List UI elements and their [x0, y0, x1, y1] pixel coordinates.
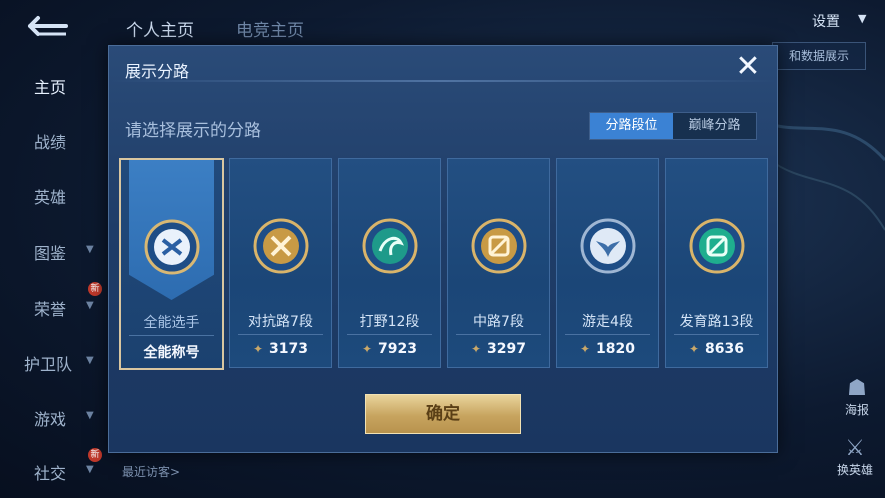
switch-hero-label: 换英雄 [836, 463, 873, 477]
clash-lane-emblem-icon [253, 218, 309, 274]
lane-card-name: 全能选手 [143, 315, 200, 331]
chevron-down-icon: ▼ [86, 355, 94, 366]
lane-card-name: 打野12段 [359, 314, 420, 330]
lane-card-name: 游走4段 [582, 314, 633, 330]
lane-card-name: 发育路13段 [679, 314, 754, 330]
card-divider [347, 334, 432, 335]
lane-card-score: ✦ 8636 [666, 341, 767, 357]
lane-display-dialog: 展示分路 ✕ 请选择展示的分路 分路段位 巅峰分路 全能选手 全能称号 对抗路7… [108, 45, 778, 453]
nav-item-game[interactable]: 游戏 [34, 406, 66, 430]
nav-item-codex[interactable]: 图鉴 [34, 240, 66, 264]
lane-card-name: 中路7段 [473, 314, 524, 330]
data-display-button[interactable]: 和数据展示 [772, 42, 866, 70]
background-decoration [760, 118, 885, 231]
tab-profile[interactable]: 个人主页 [126, 16, 194, 41]
score-icon: ✦ [579, 342, 591, 356]
lane-card-score: ✦ 1820 [557, 341, 658, 357]
card-divider [238, 334, 323, 335]
chevron-down-icon: ▼ [86, 300, 94, 311]
nav-item-record[interactable]: 战绩 [34, 129, 66, 153]
title-divider [109, 80, 777, 82]
toggle-peak-lane[interactable]: 巅峰分路 [673, 113, 756, 139]
score-icon: ✦ [361, 342, 373, 356]
lane-card-farm[interactable]: 发育路13段 ✦ 8636 [665, 158, 768, 368]
confirm-button[interactable]: 确定 [365, 394, 521, 434]
lane-card-all-round[interactable]: 全能选手 全能称号 [119, 158, 224, 370]
card-divider [129, 335, 214, 336]
lane-card-jungle[interactable]: 打野12段 ✦ 7923 [338, 158, 441, 368]
poster-icon: ☗ [847, 376, 867, 401]
lane-card-score: ✦ 3173 [230, 341, 331, 357]
dialog-subtitle: 请选择展示的分路 [125, 121, 261, 141]
poster-label: 海报 [844, 403, 869, 417]
new-badge: 新 [88, 282, 102, 296]
score-value: 3173 [269, 341, 309, 357]
left-nav: 主页 战绩 英雄 图鉴 ▼ 荣誉 ▼ 新 护卫队 ▼ 游戏 ▼ 社交 ▼ 新 [0, 0, 108, 498]
dialog-title: 展示分路 [125, 62, 190, 81]
lane-card-clash[interactable]: 对抗路7段 ✦ 3173 [229, 158, 332, 368]
score-icon: ✦ [688, 342, 700, 356]
hero-switch-icon: ⚔ [845, 436, 865, 461]
chevron-down-icon: ▼ [86, 244, 94, 255]
lane-card-score: ✦ 3297 [448, 341, 549, 357]
score-icon: ✦ [470, 342, 482, 356]
lane-card-value: 全能称号 [143, 345, 200, 361]
nav-item-hero[interactable]: 英雄 [34, 184, 66, 208]
card-divider [674, 334, 759, 335]
card-divider [565, 334, 650, 335]
new-badge: 新 [88, 448, 102, 462]
score-value: 8636 [705, 341, 745, 357]
nav-item-honor[interactable]: 荣誉 [34, 296, 66, 320]
lane-mode-toggle: 分路段位 巅峰分路 [589, 112, 757, 140]
settings-label: 设置 [812, 14, 840, 30]
switch-hero-tool[interactable]: ⚔ 换英雄 [830, 436, 880, 478]
score-value: 3297 [487, 341, 527, 357]
lane-card-mid[interactable]: 中路7段 ✦ 3297 [447, 158, 550, 368]
card-divider [456, 334, 541, 335]
chevron-down-icon: ▼ [86, 410, 94, 421]
score-value: 1820 [596, 341, 636, 357]
chevron-down-icon: ▼ [858, 12, 867, 25]
mid-lane-emblem-icon [471, 218, 527, 274]
poster-tool[interactable]: ☗ 海报 [832, 376, 882, 418]
lane-card-name: 对抗路7段 [248, 314, 313, 330]
all-round-emblem-icon [144, 219, 200, 275]
toggle-lane-rank[interactable]: 分路段位 [590, 113, 673, 139]
lane-card-score: ✦ 7923 [339, 341, 440, 357]
roam-emblem-icon [580, 218, 636, 274]
jungle-emblem-icon [362, 218, 418, 274]
chevron-down-icon: ▼ [86, 464, 94, 475]
back-arrow-icon[interactable] [22, 12, 72, 40]
nav-item-guard-team[interactable]: 护卫队 [24, 351, 72, 375]
score-icon: ✦ [252, 342, 264, 356]
score-value: 7923 [378, 341, 418, 357]
farm-lane-emblem-icon [689, 218, 745, 274]
settings-button[interactable]: 设置 ▼ [800, 8, 880, 34]
nav-item-home[interactable]: 主页 [34, 74, 66, 98]
nav-item-social[interactable]: 社交 [34, 460, 66, 484]
lane-card-roam[interactable]: 游走4段 ✦ 1820 [556, 158, 659, 368]
recent-visitors-link[interactable]: 最近访客> [122, 463, 180, 480]
tab-esports[interactable]: 电竞主页 [236, 16, 304, 41]
